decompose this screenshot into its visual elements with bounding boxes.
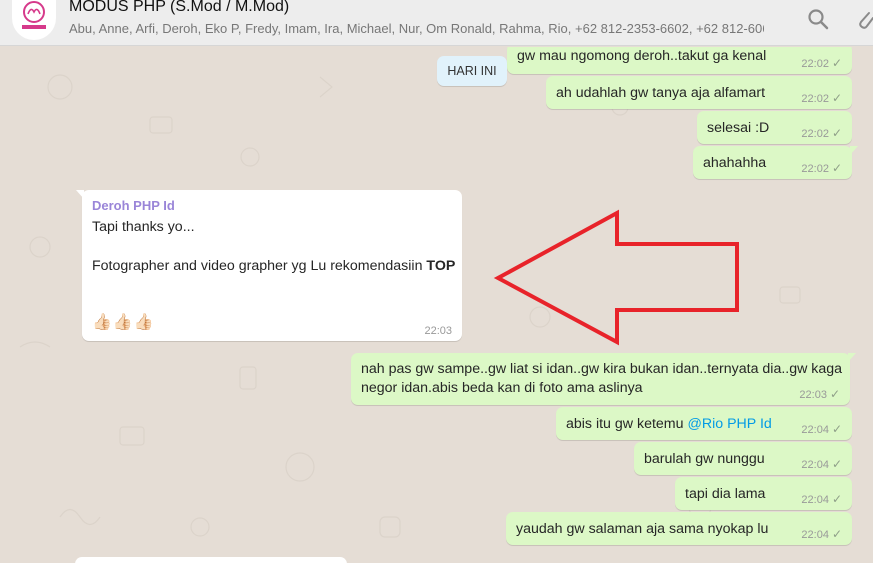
message-time: 22:02 ✓	[801, 161, 842, 175]
message-text: abis itu gw ketemu @Rio PHP Id	[566, 416, 772, 432]
message-time: 22:04 ✓	[801, 422, 842, 436]
paperclip-icon[interactable]	[853, 7, 873, 31]
message-text: tapi dia lama	[685, 486, 766, 502]
chat-participants: Abu, Anne, Arfi, Deroh, Eko P, Fredy, Im…	[69, 21, 764, 36]
message-text: barulah gw nunggu	[644, 451, 765, 467]
message-time: 22:02 ✓	[801, 56, 842, 70]
message-bubble-incoming[interactable]	[75, 557, 347, 563]
message-bubble-outgoing[interactable]: ahahahha 22:02 ✓	[693, 146, 858, 179]
group-avatar-logo	[22, 1, 46, 29]
delivered-check-icon: ✓	[831, 56, 842, 70]
message-text: Tapi thanks yo...	[92, 219, 195, 235]
chat-title: MODUS PHP (S.Mod / M.Mod)	[69, 0, 290, 15]
message-text: yaudah gw salaman aja sama nyokap lu	[516, 521, 769, 537]
message-bubble-outgoing[interactable]: ah udahlah gw tanya aja alfamart 22:02 ✓	[546, 76, 852, 109]
thumbs-up-emoji: 👍🏻👍🏻👍🏻	[92, 314, 155, 331]
message-bubble-outgoing[interactable]: tapi dia lama 22:04 ✓	[675, 477, 852, 510]
message-text: Fotographer and video grapher yg Lu reko…	[92, 258, 456, 274]
chat-area[interactable]: gw mau ngomong deroh..takut ga kenal 22:…	[0, 47, 873, 563]
message-text: nah pas gw sampe..gw liat si idan..gw ki…	[361, 361, 843, 377]
message-time: 22:03 ✓	[799, 387, 840, 401]
message-time: 22:02 ✓	[801, 91, 842, 105]
message-text: negor idan.abis beda kan di foto ama asl…	[361, 380, 643, 396]
message-time: 22:02 ✓	[801, 126, 842, 140]
message-bubble-outgoing[interactable]: barulah gw nunggu 22:04 ✓	[634, 442, 852, 475]
delivered-check-icon: ✓	[831, 492, 842, 506]
search-icon[interactable]	[806, 7, 830, 31]
message-time: 22:04 ✓	[801, 527, 842, 541]
message-bubble-outgoing[interactable]: nah pas gw sampe..gw liat si idan..gw ki…	[351, 353, 856, 405]
message-text: ahahahha	[703, 155, 767, 171]
delivered-check-icon: ✓	[831, 161, 842, 175]
delivered-check-icon: ✓	[829, 387, 840, 401]
delivered-check-icon: ✓	[831, 457, 842, 471]
message-time: 22:04 ✓	[801, 492, 842, 506]
message-text: ah udahlah gw tanya aja alfamart	[556, 85, 766, 101]
user-mention[interactable]: @Rio PHP Id	[687, 416, 771, 432]
group-avatar[interactable]	[12, 0, 56, 40]
delivered-check-icon: ✓	[831, 527, 842, 541]
message-bubble-outgoing[interactable]: yaudah gw salaman aja sama nyokap lu 22:…	[506, 512, 852, 545]
chat-header[interactable]: MODUS PHP (S.Mod / M.Mod) Abu, Anne, Arf…	[0, 0, 873, 46]
message-text: selesai :D	[707, 120, 770, 136]
delivered-check-icon: ✓	[831, 126, 842, 140]
message-bubble-outgoing[interactable]: abis itu gw ketemu @Rio PHP Id 22:04 ✓	[556, 407, 852, 440]
message-bubble-incoming[interactable]: Deroh PHP Id Tapi thanks yo... Fotograph…	[76, 190, 462, 341]
message-bubble-outgoing[interactable]: gw mau ngomong deroh..takut ga kenal 22:…	[507, 47, 852, 74]
message-time: 22:04 ✓	[801, 457, 842, 471]
message-bubble-outgoing[interactable]: selesai :D 22:02 ✓	[697, 111, 852, 144]
date-divider: HARI INI	[437, 56, 507, 86]
delivered-check-icon: ✓	[831, 422, 842, 436]
message-time: 22:03	[424, 325, 452, 337]
delivered-check-icon: ✓	[831, 91, 842, 105]
message-text: gw mau ngomong deroh..takut ga kenal	[517, 48, 767, 64]
sender-name: Deroh PHP Id	[92, 198, 175, 213]
